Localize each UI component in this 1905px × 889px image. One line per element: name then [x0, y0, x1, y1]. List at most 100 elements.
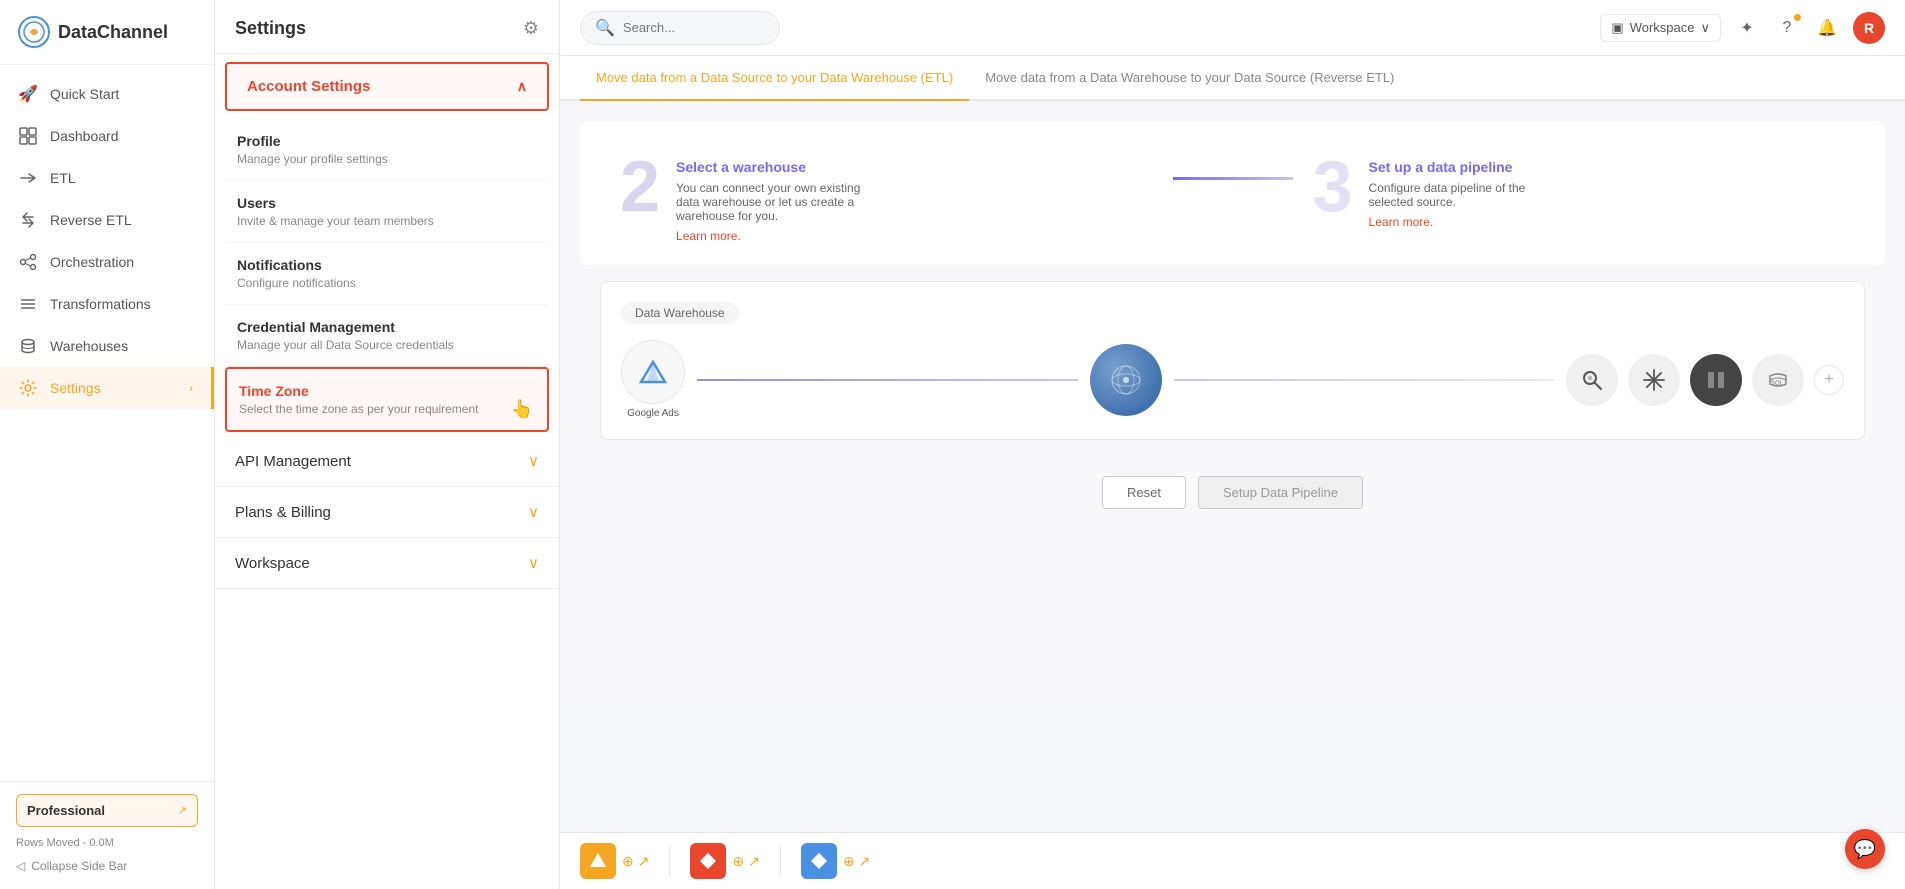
collapse-sidebar-button[interactable]: ◁ Collapse Side Bar	[16, 855, 198, 877]
bottom-bar: ⊕ ↗ ⊕ ↗ ⊕ ↗	[560, 832, 1905, 889]
step-2-title: Select a warehouse	[676, 159, 876, 175]
sidebar-item-transformations[interactable]: Transformations	[0, 283, 214, 325]
settings-panel: Settings ⚙ Account Settings ∧ Profile Ma…	[215, 0, 560, 889]
redshift-icon[interactable]	[1690, 354, 1742, 406]
flow-line-left	[697, 379, 1078, 381]
warehouses-icon	[18, 336, 38, 356]
workspace-group[interactable]: Workspace ∨	[215, 538, 559, 589]
users-title: Users	[237, 195, 537, 211]
tab-retl[interactable]: Move data from a Data Warehouse to your …	[969, 56, 1410, 101]
pipeline-content: 2 Select a warehouse You can connect you…	[560, 101, 1905, 701]
account-settings-group: Account Settings ∧ Profile Manage your p…	[215, 54, 559, 436]
search-icon: 🔍	[595, 18, 615, 38]
main-content: 🔍 ▣ Workspace ∨ ✦ ? 🔔 R Move data from a…	[560, 0, 1905, 889]
ai-sparkle-icon[interactable]: ✦	[1733, 14, 1761, 42]
etl-icon	[18, 168, 38, 188]
account-settings-header[interactable]: Account Settings ∧	[225, 62, 549, 111]
sidebar-item-orchestration[interactable]: Orchestration	[0, 241, 214, 283]
collapse-icon: ◁	[16, 859, 25, 873]
sidebar-item-quick-start[interactable]: 🚀 Quick Start	[0, 73, 214, 115]
sidebar-item-settings[interactable]: Settings ›	[0, 367, 214, 409]
settings-item-profile[interactable]: Profile Manage your profile settings	[225, 119, 549, 181]
sidebar-item-dashboard[interactable]: Dashboard	[0, 115, 214, 157]
workspace-label: Workspace	[235, 555, 310, 572]
content-area: Move data from a Data Source to your Dat…	[560, 56, 1905, 832]
settings-item-users[interactable]: Users Invite & manage your team members	[225, 181, 549, 243]
time-zone-title: Time Zone	[239, 383, 535, 399]
chat-button[interactable]: 💬	[1845, 829, 1885, 869]
sidebar-item-etl[interactable]: ETL	[0, 157, 214, 199]
credential-management-title: Credential Management	[237, 319, 537, 335]
sidebar-item-reverse-etl[interactable]: Reverse ETL	[0, 199, 214, 241]
notification-bell-icon[interactable]: 🔔	[1813, 14, 1841, 42]
sidebar-nav: 🚀 Quick Start Dashboard ETL Reverse ETL	[0, 65, 214, 781]
add-warehouse-button[interactable]: +	[1814, 365, 1844, 395]
bigquery-icon[interactable]	[1566, 354, 1618, 406]
workspace-selector-label: Workspace	[1630, 20, 1695, 35]
plans-billing-group[interactable]: Plans & Billing ∨	[215, 487, 559, 538]
api-management-group[interactable]: API Management ∨	[215, 436, 559, 487]
settings-panel-title: Settings	[235, 18, 306, 39]
warehouse-icons-group: SQL +	[1566, 354, 1844, 406]
step-2-content: Select a warehouse You can connect your …	[676, 151, 876, 245]
sidebar-item-warehouses[interactable]: Warehouses	[0, 325, 214, 367]
bottom-connector-1-add-icon[interactable]: ⊕	[622, 853, 634, 870]
warehouse-box: Data Warehouse Google Ads	[600, 281, 1865, 440]
settings-item-credential-management[interactable]: Credential Management Manage your all Da…	[225, 305, 549, 367]
search-box[interactable]: 🔍	[580, 11, 780, 45]
logo-icon	[18, 16, 50, 48]
rocket-icon: 🚀	[18, 84, 38, 104]
help-icon[interactable]: ?	[1773, 14, 1801, 42]
mysql-icon[interactable]: SQL	[1752, 354, 1804, 406]
notifications-desc: Configure notifications	[237, 276, 537, 290]
account-settings-label: Account Settings	[247, 78, 370, 95]
transformations-icon	[18, 294, 38, 314]
bottom-connector-1-actions: ⊕ ↗	[622, 853, 649, 870]
logo-text: DataChannel	[58, 22, 168, 43]
step-2-desc: You can connect your own existing data w…	[676, 181, 876, 223]
search-input[interactable]	[623, 20, 763, 35]
bottom-connector-2-external-icon[interactable]: ↗	[748, 853, 760, 870]
step-3-title: Set up a data pipeline	[1369, 159, 1569, 175]
bottom-connector-3-icon	[801, 843, 837, 879]
settings-arrow-icon: ›	[189, 381, 193, 395]
svg-text:SQL: SQL	[1771, 381, 1784, 387]
avatar[interactable]: R	[1853, 12, 1885, 44]
bottom-connector-3-external-icon[interactable]: ↗	[859, 853, 871, 870]
rows-moved-label: Rows Moved - 0.0M	[16, 835, 198, 855]
workspace-selector[interactable]: ▣ Workspace ∨	[1600, 14, 1721, 42]
step-3-learn-link[interactable]: Learn more.	[1369, 215, 1434, 229]
collapse-label: Collapse Side Bar	[31, 859, 127, 873]
bottom-connector-2: ⊕ ↗	[690, 843, 759, 879]
settings-gear-icon[interactable]: ⚙	[523, 18, 539, 39]
credential-management-desc: Manage your all Data Source credentials	[237, 338, 537, 352]
bottom-connector-2-add-icon[interactable]: ⊕	[732, 853, 744, 870]
setup-data-pipeline-button[interactable]: Setup Data Pipeline	[1198, 476, 1363, 509]
orchestration-icon	[18, 252, 38, 272]
workspace-chevron-icon: ∨	[528, 554, 539, 572]
tab-etl[interactable]: Move data from a Data Source to your Dat…	[580, 56, 969, 101]
data-center-sphere	[1090, 344, 1162, 416]
separator	[669, 846, 670, 876]
bottom-connector-3: ⊕ ↗	[801, 843, 870, 879]
flow-line-right	[1174, 379, 1555, 381]
reset-button[interactable]: Reset	[1102, 476, 1186, 509]
step-3-desc: Configure data pipeline of the selected …	[1369, 181, 1569, 209]
api-management-label: API Management	[235, 453, 351, 470]
source-connector: Google Ads	[621, 340, 685, 419]
users-desc: Invite & manage your team members	[237, 214, 537, 228]
step-2-learn-link[interactable]: Learn more.	[676, 229, 741, 243]
plan-label: Professional	[27, 803, 105, 818]
bottom-connector-1-external-icon[interactable]: ↗	[638, 853, 650, 870]
plan-external-icon[interactable]: ↗	[178, 804, 187, 817]
sidebar: DataChannel 🚀 Quick Start Dashboard ETL …	[0, 0, 215, 889]
reverse-etl-icon	[18, 210, 38, 230]
plans-billing-chevron-icon: ∨	[528, 503, 539, 521]
settings-item-time-zone[interactable]: Time Zone Select the time zone as per yo…	[225, 367, 549, 432]
settings-item-notifications[interactable]: Notifications Configure notifications	[225, 243, 549, 305]
api-management-chevron-icon: ∨	[528, 452, 539, 470]
sidebar-footer: Professional ↗ Rows Moved - 0.0M ◁ Colla…	[0, 781, 214, 889]
bottom-connector-2-icon	[690, 843, 726, 879]
bottom-connector-3-add-icon[interactable]: ⊕	[843, 853, 855, 870]
snowflake-icon[interactable]	[1628, 354, 1680, 406]
